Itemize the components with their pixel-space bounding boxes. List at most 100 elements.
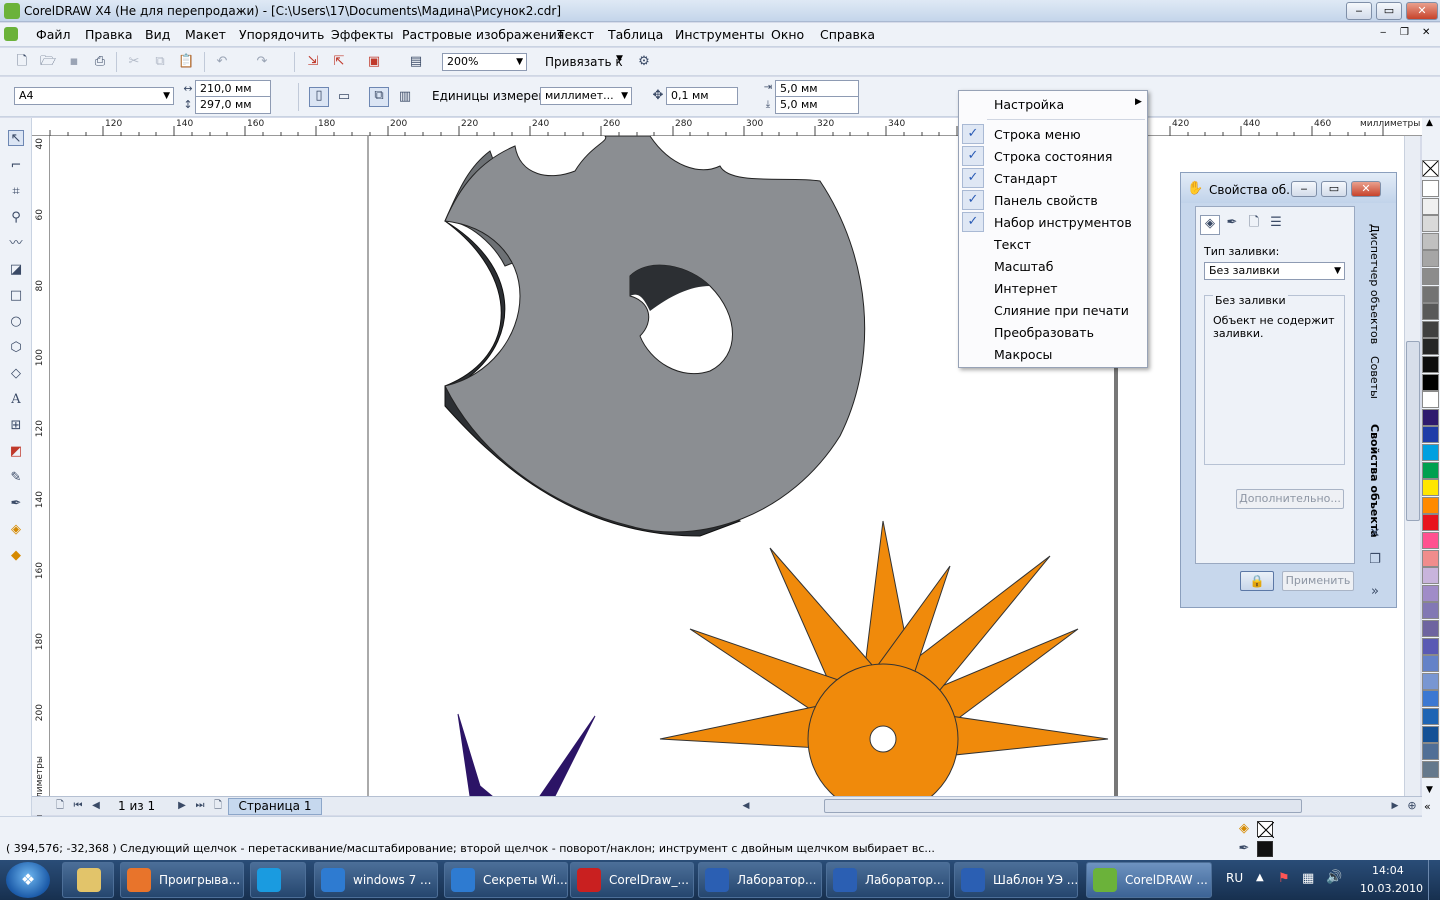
tray-volume-icon[interactable]: 🔊 (1326, 870, 1342, 885)
palette-scroll-up-icon[interactable]: ▲ (1426, 118, 1433, 128)
add-page-after-icon[interactable]: 🗋 (210, 798, 226, 814)
palette-scroll-down-icon[interactable]: ▼ (1426, 785, 1433, 795)
last-page-icon[interactable]: ⏭ (192, 798, 208, 814)
menu-edit[interactable]: Правка (85, 27, 133, 42)
menu-help[interactable]: Справка (820, 27, 875, 42)
color-swatch[interactable] (1422, 320, 1439, 338)
clock-time[interactable]: 14:04 (1372, 864, 1404, 877)
color-swatch[interactable] (1422, 743, 1439, 761)
word-task-2[interactable]: Лаборатор... (826, 862, 950, 898)
minimize-button[interactable]: ‒ (1346, 2, 1372, 20)
start-button[interactable]: ❖ (6, 862, 50, 898)
word-task-3[interactable]: Шаблон УЭ ... (954, 862, 1078, 898)
menu-text[interactable]: Текст (557, 27, 594, 42)
menu-item-property-bar[interactable]: Панель свойств (994, 193, 1098, 208)
color-swatch[interactable] (1422, 285, 1439, 303)
color-swatch[interactable] (1422, 444, 1439, 461)
freehand-tool-icon[interactable]: 〰 (8, 236, 24, 252)
color-swatch[interactable] (1422, 408, 1439, 426)
horizontal-scroll-thumb[interactable] (824, 799, 1302, 813)
menu-item-customize[interactable]: Настройка (994, 97, 1064, 112)
add-page-icon[interactable]: 🗋 (52, 798, 68, 814)
docker-restore-button[interactable]: ▭ (1321, 181, 1347, 197)
color-swatch[interactable] (1422, 725, 1439, 743)
cut-icon[interactable]: ✂ (126, 54, 142, 70)
color-swatch[interactable] (1422, 461, 1439, 479)
color-swatch[interactable] (1422, 391, 1439, 409)
interactive-fill-tool-icon[interactable]: ◆ (8, 548, 24, 564)
color-swatch[interactable] (1422, 655, 1439, 673)
units-select[interactable]: миллимет... ▼ (540, 87, 632, 105)
page-tab-1[interactable]: Страница 1 (228, 798, 322, 815)
menu-view[interactable]: Вид (145, 27, 170, 42)
coreldraw-task[interactable]: CorelDRAW ... (1086, 862, 1212, 898)
vertical-scroll-thumb[interactable] (1406, 341, 1420, 521)
skype-task[interactable] (250, 862, 306, 898)
color-swatch[interactable] (1422, 426, 1439, 444)
menu-item-toolbox[interactable]: Набор инструментов (994, 215, 1132, 230)
no-color-swatch[interactable] (1422, 160, 1439, 177)
docker-close-icon[interactable]: ✕ (1367, 526, 1383, 542)
menu-item-standard[interactable]: Стандарт (994, 171, 1057, 186)
eyedropper-tool-icon[interactable]: ✎ (8, 470, 24, 486)
ie-task-1[interactable]: windows 7 ... (314, 862, 438, 898)
table-tool-icon[interactable]: ⊞ (8, 418, 24, 434)
more-button[interactable]: Дополнительно... (1236, 489, 1344, 509)
color-swatch[interactable] (1422, 180, 1439, 197)
maximize-button[interactable]: ▭ (1376, 2, 1402, 20)
fill-tool-icon[interactable]: ◈ (8, 522, 24, 538)
language-indicator[interactable]: RU (1226, 871, 1243, 885)
menu-table[interactable]: Таблица (608, 27, 663, 42)
color-swatch[interactable] (1422, 584, 1439, 602)
color-swatch[interactable] (1422, 690, 1439, 708)
copy-icon[interactable]: ⧉ (152, 54, 168, 70)
color-swatch[interactable] (1422, 356, 1439, 373)
doc-close-icon[interactable]: ✕ (1422, 27, 1430, 38)
menu-item-print-merge[interactable]: Слияние при печати (994, 303, 1129, 318)
color-swatch[interactable] (1422, 232, 1439, 250)
docker-expand-icon[interactable]: » (1367, 584, 1383, 600)
paper-size-select[interactable]: A4 ▼ (14, 87, 174, 105)
ie-task-2[interactable]: Секреты Wi... (444, 862, 568, 898)
menu-item-macros[interactable]: Макросы (994, 347, 1052, 362)
color-swatch[interactable] (1422, 373, 1439, 391)
doc-restore-icon[interactable]: ❐ (1400, 27, 1409, 38)
clock-date[interactable]: 10.03.2010 (1360, 882, 1423, 895)
color-swatch[interactable] (1422, 215, 1439, 233)
menu-item-transform[interactable]: Преобразовать (994, 325, 1094, 340)
fill-type-select[interactable]: Без заливки ▼ (1204, 262, 1345, 280)
docker-minimize-button[interactable]: ‒ (1291, 181, 1317, 197)
options-icon[interactable]: ⚙ (636, 54, 652, 70)
vertical-ruler[interactable]: 40 60 80 100 120 140 160 180 200 миллиме… (32, 136, 50, 816)
text-tool-icon[interactable]: A (8, 392, 24, 408)
tab-hints[interactable]: Советы (1368, 356, 1381, 399)
duplicate-y-input[interactable]: 5,0 мм (775, 96, 859, 114)
lock-icon[interactable]: 🔒 (1240, 571, 1274, 591)
color-swatch[interactable] (1422, 250, 1439, 268)
first-page-icon[interactable]: ⏮ (70, 798, 86, 814)
page-height-input[interactable]: 297,0 мм (195, 96, 271, 114)
pdf-task[interactable]: CorelDraw_... (570, 862, 694, 898)
menu-layout[interactable]: Макет (185, 27, 226, 42)
portrait-icon[interactable]: ▯ (309, 87, 329, 107)
menu-effects[interactable]: Эффекты (331, 27, 394, 42)
ellipse-tool-icon[interactable]: ○ (8, 314, 24, 330)
apply-button[interactable]: Применить (1282, 571, 1354, 591)
vertical-scrollbar[interactable] (1404, 136, 1420, 796)
menu-item-statusbar[interactable]: Строка состояния (994, 149, 1112, 164)
menu-tools[interactable]: Инструменты (675, 27, 764, 42)
shape-tool-icon[interactable]: ⌐ (8, 158, 24, 174)
color-swatch[interactable] (1422, 496, 1439, 514)
show-desktop-button[interactable] (1428, 860, 1440, 900)
color-swatch[interactable] (1422, 303, 1439, 321)
general-tab-icon[interactable]: 🗋 (1244, 215, 1264, 235)
color-swatch[interactable] (1422, 197, 1439, 215)
undo-icon[interactable]: ↶ (214, 54, 230, 70)
tab-object-manager[interactable]: Диспетчер объектов (1368, 224, 1381, 344)
zoom-tool-icon[interactable]: ⚲ (8, 210, 24, 226)
explorer-task[interactable] (62, 862, 114, 898)
color-swatch[interactable] (1422, 672, 1439, 690)
snap-to-button[interactable]: Привязать к (545, 55, 623, 69)
docker-close-button[interactable]: ✕ (1351, 181, 1381, 197)
outline-tool-icon[interactable]: ✒ (8, 496, 24, 512)
